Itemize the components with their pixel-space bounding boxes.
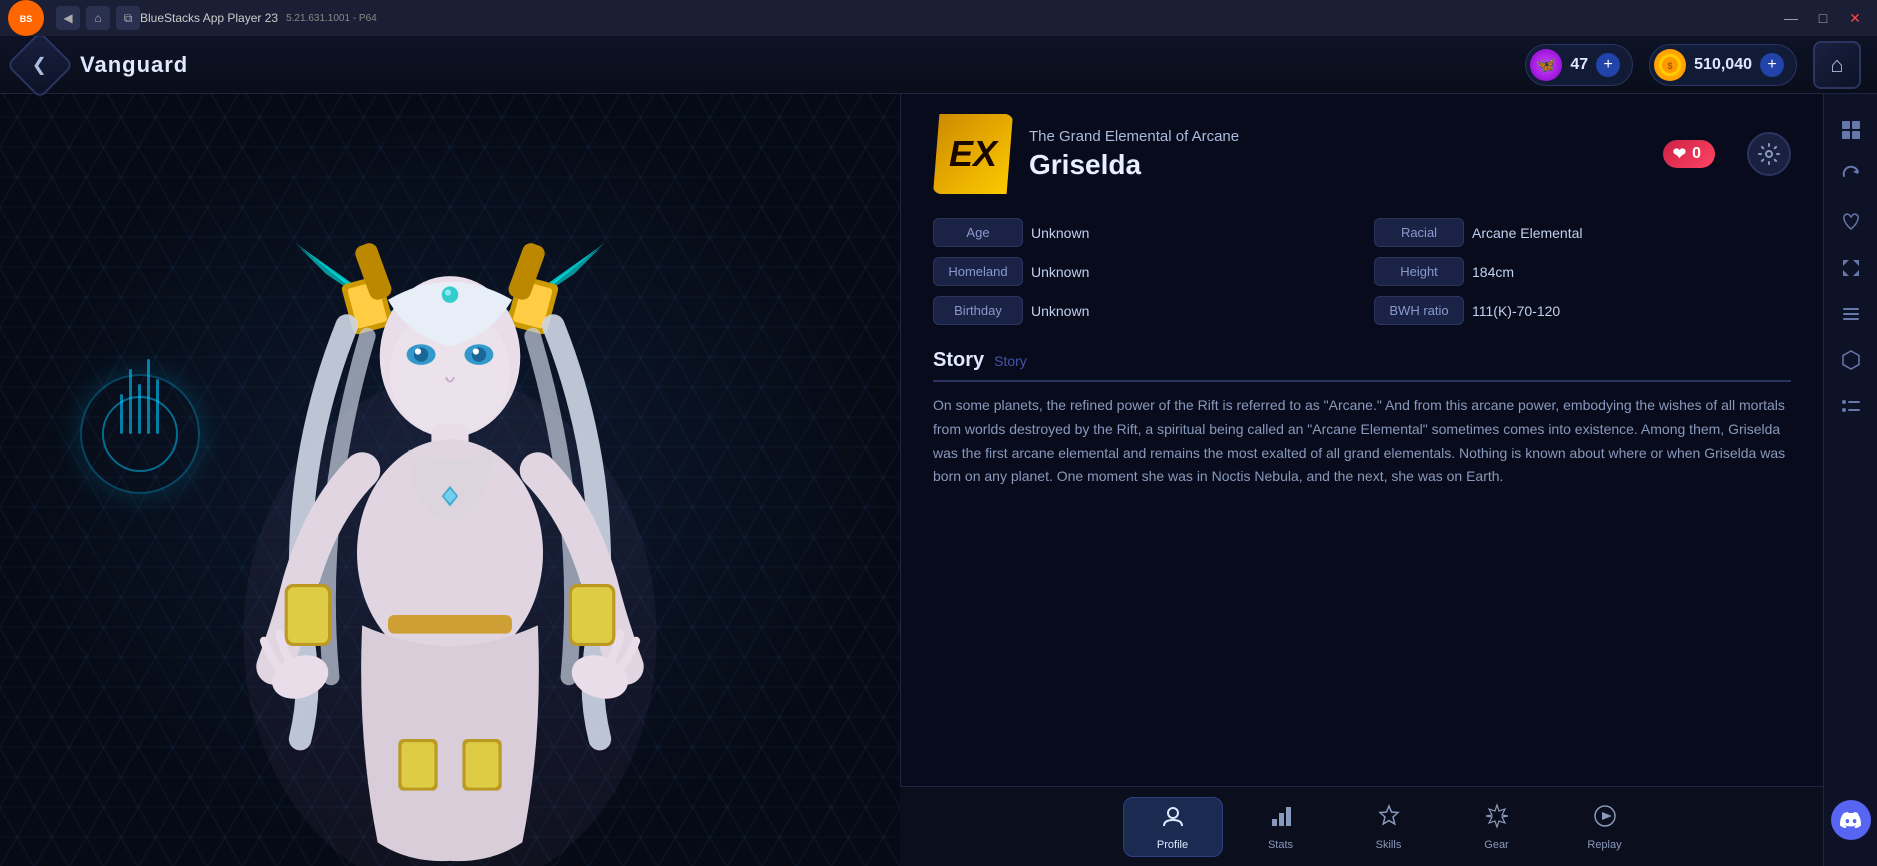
tab-gear-label: Gear (1484, 839, 1508, 851)
tab-replay-label: Replay (1587, 839, 1621, 851)
stats-tab-icon (1268, 803, 1294, 835)
discord-icon[interactable] (1831, 800, 1871, 840)
tab-stats-label: Stats (1268, 839, 1293, 851)
app-version: 5.21.631.1001 - P64 (286, 13, 377, 24)
title-nav: ◀ ⌂ ⧉ (56, 6, 140, 30)
butterfly-amount: 47 (1570, 56, 1588, 74)
svg-text:BS: BS (20, 14, 33, 24)
character-title-block: The Grand Elemental of Arcane Griselda (1029, 128, 1239, 181)
window-controls: — □ ✕ (1777, 8, 1869, 28)
bottom-tabs: Profile Stats Skills Gear (900, 786, 1877, 866)
butterfly-currency-box: 🦋 47 + (1525, 44, 1633, 86)
ex-badge: EX (933, 114, 1013, 194)
top-bar-right: 🦋 47 + $ 510,040 + ⌂ (1525, 41, 1861, 89)
story-header: Story Story (933, 349, 1791, 382)
replay-tab-icon (1592, 803, 1618, 835)
tab-profile-label: Profile (1157, 839, 1188, 851)
app-logo: BS (8, 0, 44, 36)
sidebar-expand-icon[interactable] (1831, 248, 1871, 288)
top-bar: ❮ Vanguard 🦋 47 + $ 510,040 + ⌂ (0, 36, 1877, 94)
story-title: Story (933, 349, 984, 372)
svg-text:$: $ (1668, 61, 1673, 71)
age-label: Age (933, 218, 1023, 247)
maximize-btn[interactable]: □ (1809, 8, 1837, 28)
coin-amount: 510,040 (1694, 56, 1752, 74)
homeland-value: Unknown (1031, 264, 1350, 280)
sidebar-refresh-icon[interactable] (1831, 156, 1871, 196)
home-icon: ⌂ (1830, 52, 1843, 78)
height-value: 184cm (1472, 264, 1791, 280)
bwh-value: 111(K)-70-120 (1472, 303, 1791, 319)
gear-tab-icon (1484, 803, 1510, 835)
coin-add-btn[interactable]: + (1760, 53, 1784, 77)
nav-doc-btn[interactable]: ⧉ (116, 6, 140, 30)
tab-replay[interactable]: Replay (1555, 797, 1655, 857)
character-name: Griselda (1029, 149, 1239, 181)
stat-row-height: Height 184cm (1374, 257, 1791, 286)
character-subtitle: The Grand Elemental of Arcane (1029, 128, 1239, 145)
character-figure (140, 116, 760, 866)
character-area (0, 94, 900, 866)
profile-tab-icon (1160, 803, 1186, 835)
tab-stats[interactable]: Stats (1231, 797, 1331, 857)
sidebar-heart-icon[interactable] (1831, 202, 1871, 242)
main-area: EX The Grand Elemental of Arcane Griseld… (0, 94, 1877, 866)
stat-row-birthday: Birthday Unknown (933, 296, 1350, 325)
right-sidebar (1823, 94, 1877, 866)
minimize-btn[interactable]: — (1777, 8, 1805, 28)
tab-gear[interactable]: Gear (1447, 797, 1547, 857)
sidebar-grid-icon[interactable] (1831, 110, 1871, 150)
coin-icon: $ (1654, 49, 1686, 81)
close-btn[interactable]: ✕ (1841, 8, 1869, 28)
stat-row-racial: Racial Arcane Elemental (1374, 218, 1791, 247)
nav-back-btn[interactable]: ◀ (56, 6, 80, 30)
stat-row-bwh: BWH ratio 111(K)-70-120 (1374, 296, 1791, 325)
story-text: On some planets, the refined power of th… (933, 394, 1791, 489)
butterfly-add-btn[interactable]: + (1596, 53, 1620, 77)
app-name: BlueStacks App Player 23 (140, 11, 278, 25)
sidebar-list-icon[interactable] (1831, 386, 1871, 426)
character-header: EX The Grand Elemental of Arcane Griseld… (933, 114, 1791, 194)
settings-button[interactable] (1747, 132, 1791, 176)
stat-row-age: Age Unknown (933, 218, 1350, 247)
tab-skills[interactable]: Skills (1339, 797, 1439, 857)
birthday-value: Unknown (1031, 303, 1350, 319)
sidebar-hex-icon[interactable] (1831, 340, 1871, 380)
story-subtitle: Story (994, 353, 1027, 369)
page-title: Vanguard (80, 52, 188, 78)
racial-value: Arcane Elemental (1472, 225, 1791, 241)
home-button[interactable]: ⌂ (1813, 41, 1861, 89)
stat-row-homeland: Homeland Unknown (933, 257, 1350, 286)
homeland-label: Homeland (933, 257, 1023, 286)
heart-counter: ❤ 0 (1663, 140, 1715, 168)
nav-forward-btn[interactable]: ⌂ (86, 6, 110, 30)
bwh-label: BWH ratio (1374, 296, 1464, 325)
info-panel: EX The Grand Elemental of Arcane Griseld… (900, 94, 1823, 866)
coin-currency-box: $ 510,040 + (1649, 44, 1797, 86)
heart-value: 0 (1692, 145, 1701, 163)
energy-bar-2 (129, 369, 132, 434)
energy-bar-1 (120, 394, 123, 434)
skills-tab-icon (1376, 803, 1402, 835)
butterfly-icon: 🦋 (1530, 49, 1562, 81)
stats-grid: Age Unknown Racial Arcane Elemental Home… (933, 218, 1791, 325)
age-value: Unknown (1031, 225, 1350, 241)
tab-skills-label: Skills (1376, 839, 1402, 851)
character-svg (140, 116, 760, 866)
height-label: Height (1374, 257, 1464, 286)
tab-profile[interactable]: Profile (1123, 797, 1223, 857)
back-button[interactable]: ❮ (6, 31, 74, 99)
racial-label: Racial (1374, 218, 1464, 247)
heart-icon: ❤ (1673, 144, 1686, 164)
title-bar: BS ◀ ⌂ ⧉ BlueStacks App Player 23 5.21.6… (0, 0, 1877, 36)
back-icon: ❮ (32, 54, 47, 75)
sidebar-menu-icon[interactable] (1831, 294, 1871, 334)
birthday-label: Birthday (933, 296, 1023, 325)
